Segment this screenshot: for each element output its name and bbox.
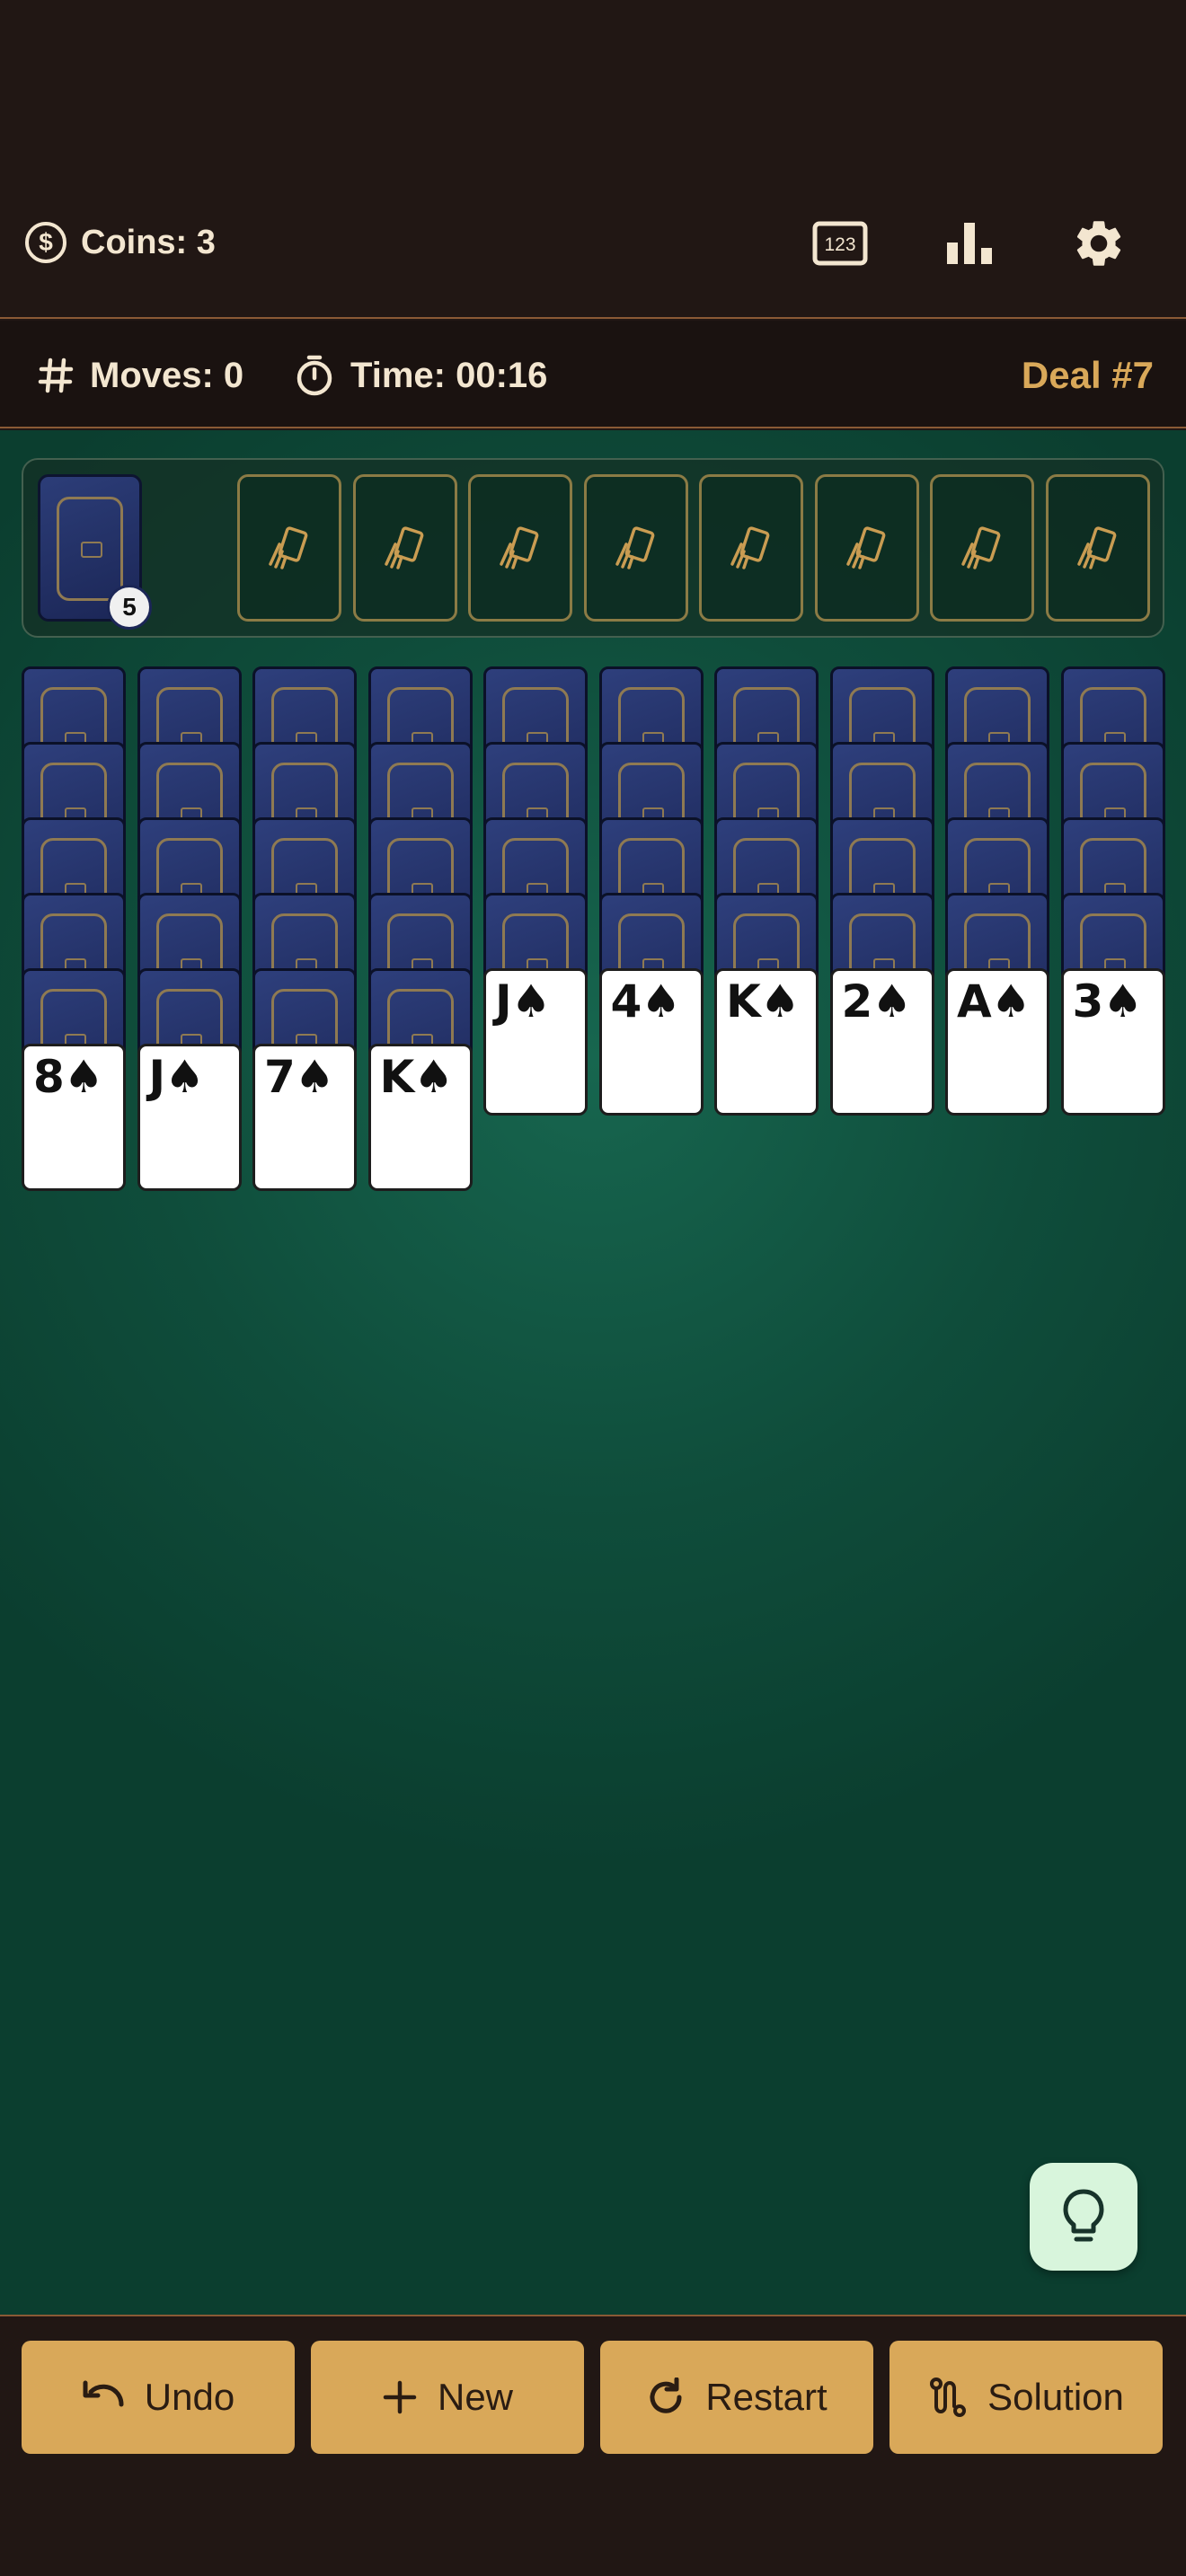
card-rank-label: A♠ <box>957 975 1031 1028</box>
card-face-up[interactable]: 3♠ <box>1060 968 1165 1116</box>
empty-card-slot-icon <box>845 526 885 569</box>
empty-card-slot-icon <box>615 526 654 569</box>
number-display-button[interactable]: 123 <box>810 214 870 273</box>
card-rank-label: 7♠ <box>264 1051 335 1103</box>
foundation-slot[interactable] <box>237 474 341 622</box>
settings-button[interactable] <box>1069 214 1128 273</box>
restart-label: Restart <box>705 2376 828 2418</box>
card-rank-label: J♠ <box>495 975 551 1028</box>
card-face-up[interactable]: J♠ <box>137 1044 242 1191</box>
foundation-slot[interactable] <box>583 474 688 622</box>
foundation-slot[interactable] <box>699 474 803 622</box>
empty-card-slot-icon <box>384 526 423 569</box>
card-face-up[interactable]: K♠ <box>714 968 819 1116</box>
foundation-slot[interactable] <box>1045 474 1150 622</box>
card-back-emblem <box>81 542 102 558</box>
card-face-up[interactable]: 2♠ <box>829 968 934 1116</box>
hash-icon <box>38 357 74 393</box>
undo-icon <box>83 2380 124 2407</box>
card-rank-label: 4♠ <box>610 975 682 1028</box>
stopwatch-icon <box>296 355 332 396</box>
card-rank-label: K♠ <box>379 1051 455 1103</box>
card-face-up[interactable]: 7♠ <box>252 1044 357 1191</box>
card-rank-label: K♠ <box>726 975 801 1028</box>
card-rank-label: J♠ <box>148 1051 205 1103</box>
card-face-up[interactable]: 4♠ <box>598 968 704 1116</box>
card-rank-label: 8♠ <box>33 1051 104 1103</box>
123-icon-text: 123 <box>824 234 855 255</box>
empty-card-slot-icon <box>500 526 539 569</box>
card-rank-label: 3♠ <box>1072 975 1144 1028</box>
card-face-up[interactable]: A♠ <box>945 968 1049 1116</box>
solution-label: Solution <box>987 2376 1124 2418</box>
new-label: New <box>437 2376 514 2418</box>
card-face-up[interactable]: J♠ <box>483 968 588 1116</box>
restart-button[interactable]: Restart <box>600 2341 873 2454</box>
new-game-button[interactable]: New <box>311 2341 584 2454</box>
foundation-slot[interactable] <box>814 474 919 622</box>
statistics-button[interactable] <box>940 214 999 273</box>
deal-number: Deal #7 <box>1021 354 1154 396</box>
solution-button[interactable]: Solution <box>890 2341 1163 2454</box>
foundation-slot[interactable] <box>468 474 572 622</box>
moves-counter: Moves: 0 <box>38 350 243 401</box>
bar-chart-icon <box>947 223 992 264</box>
lightbulb-icon <box>1063 2189 1104 2242</box>
plus-icon <box>383 2380 417 2414</box>
timer: Time: 00:16 <box>295 350 547 401</box>
empty-card-slot-icon <box>730 526 770 569</box>
card-rank-label: 2♠ <box>841 975 913 1028</box>
card-face-up[interactable]: K♠ <box>367 1044 473 1191</box>
stock-count-badge: 5 <box>107 585 152 630</box>
route-icon <box>930 2378 967 2417</box>
restart-icon <box>650 2378 682 2413</box>
dollar-circle-icon: $ <box>25 222 66 263</box>
empty-card-slot-icon <box>269 526 308 569</box>
empty-card-slot-icon <box>961 526 1001 569</box>
coins-display: $ Coins: 3 <box>25 222 216 263</box>
coins-label: Coins: 3 <box>81 223 216 261</box>
stock-pile[interactable]: 5 <box>38 474 152 630</box>
hint-button[interactable] <box>1030 2163 1137 2271</box>
123-icon: 123 <box>812 221 868 266</box>
card-face-up[interactable]: 8♠ <box>22 1044 126 1191</box>
time-label: Time: 00:16 <box>350 355 548 395</box>
foundation-slot[interactable] <box>930 474 1034 622</box>
empty-card-slot-icon <box>1076 526 1116 569</box>
undo-button[interactable]: Undo <box>22 2341 295 2454</box>
gear-icon <box>1076 221 1121 266</box>
foundation-slot[interactable] <box>352 474 457 622</box>
undo-label: Undo <box>144 2376 235 2418</box>
moves-label: Moves: 0 <box>90 355 244 395</box>
